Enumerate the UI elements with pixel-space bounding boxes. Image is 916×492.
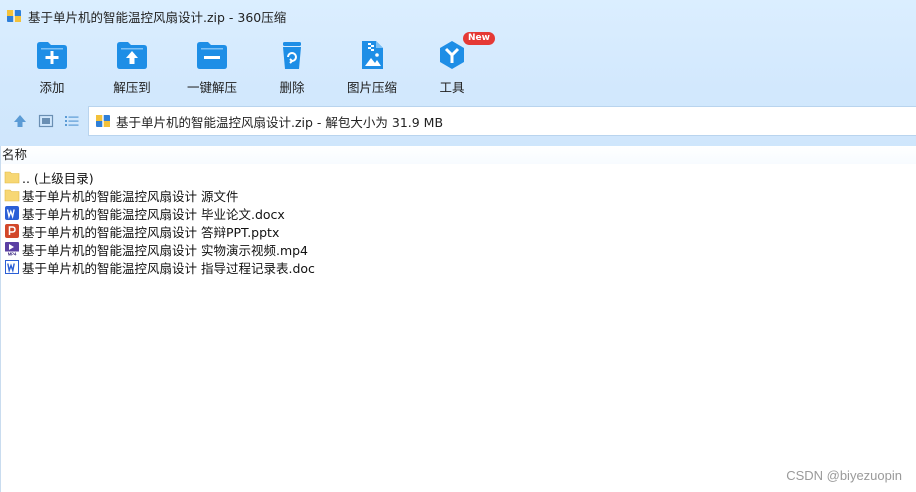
add-button[interactable]: 添加 <box>12 36 92 98</box>
list-item-name: 基于单片机的智能温控风扇设计 源文件 <box>22 188 239 204</box>
folder-icon <box>4 189 20 202</box>
zip-archive-icon <box>7 10 21 22</box>
delete-button[interactable]: 删除 <box>252 36 332 98</box>
extract-to-label: 解压到 <box>113 80 151 95</box>
zip-archive-icon <box>96 115 110 127</box>
word-doc-icon <box>5 260 19 274</box>
parent-folder-icon <box>4 171 20 184</box>
list-view-icon[interactable] <box>64 113 80 129</box>
path-field[interactable]: 基于单片机的智能温控风扇设计.zip - 解包大小为 31.9 MB <box>88 106 916 136</box>
up-arrow-icon[interactable] <box>12 113 28 129</box>
path-text: 基于单片机的智能温控风扇设计.zip - 解包大小为 31.9 MB <box>116 114 444 130</box>
watermark: CSDN @biyezuopin <box>786 468 902 483</box>
new-badge: New <box>463 32 495 45</box>
one-click-extract-button[interactable]: 一键解压 <box>172 36 252 98</box>
image-compress-button[interactable]: 图片压缩 <box>332 36 412 98</box>
window-title: 基于单片机的智能温控风扇设计.zip - 360压缩 <box>28 9 287 25</box>
tools-button[interactable]: New 工具 <box>412 32 495 98</box>
svg-text:MP4: MP4 <box>8 251 17 256</box>
list-item[interactable]: .. (上级目录) <box>1 168 315 186</box>
tools-icon <box>440 41 464 69</box>
word-docx-icon <box>5 206 19 220</box>
column-header-name[interactable]: 名称 <box>1 146 916 164</box>
image-compress-label: 图片压缩 <box>346 80 397 95</box>
tools-label: 工具 <box>439 80 465 95</box>
list-item-name: 基于单片机的智能温控风扇设计 指导过程记录表.doc <box>22 260 315 276</box>
list-item[interactable]: 基于单片机的智能温控风扇设计 源文件 <box>1 186 315 204</box>
add-icon <box>37 42 67 69</box>
main-toolbar: 添加 解压到 一键解压 删除 图片压缩 New 工具 <box>0 32 916 98</box>
one-click-extract-label: 一键解压 <box>186 80 237 95</box>
navigation-bar: 基于单片机的智能温控风扇设计.zip - 解包大小为 31.9 MB <box>0 104 916 138</box>
list-item-name: 基于单片机的智能温控风扇设计 实物演示视频.mp4 <box>22 242 309 258</box>
title-bar: 基于单片机的智能温控风扇设计.zip - 360压缩 <box>0 0 916 32</box>
image-compress-icon <box>362 41 383 69</box>
file-list: 名称 .. (上级目录) 基于单片机的智能温控风扇设计 源文件 基于单片机的智能… <box>0 146 916 492</box>
thumbnail-view-icon[interactable] <box>38 113 54 129</box>
list-item-name: 基于单片机的智能温控风扇设计 毕业论文.docx <box>22 206 285 222</box>
list-item-name: 基于单片机的智能温控风扇设计 答辩PPT.pptx <box>22 224 280 240</box>
powerpoint-icon <box>5 224 19 238</box>
list-item[interactable]: 基于单片机的智能温控风扇设计 指导过程记录表.doc <box>1 258 315 276</box>
one-click-extract-icon <box>197 42 227 69</box>
list-item[interactable]: 基于单片机的智能温控风扇设计 答辩PPT.pptx <box>1 222 315 240</box>
delete-label: 删除 <box>279 80 305 95</box>
delete-icon <box>283 42 301 69</box>
list-item[interactable]: 基于单片机的智能温控风扇设计 毕业论文.docx <box>1 204 315 222</box>
list-item[interactable]: MP4 基于单片机的智能温控风扇设计 实物演示视频.mp4 <box>1 240 315 258</box>
list-item-name: .. (上级目录) <box>22 170 94 186</box>
add-label: 添加 <box>39 80 65 95</box>
extract-to-icon <box>117 42 147 69</box>
extract-to-button[interactable]: 解压到 <box>92 36 172 98</box>
mp4-video-icon: MP4 <box>5 242 19 256</box>
